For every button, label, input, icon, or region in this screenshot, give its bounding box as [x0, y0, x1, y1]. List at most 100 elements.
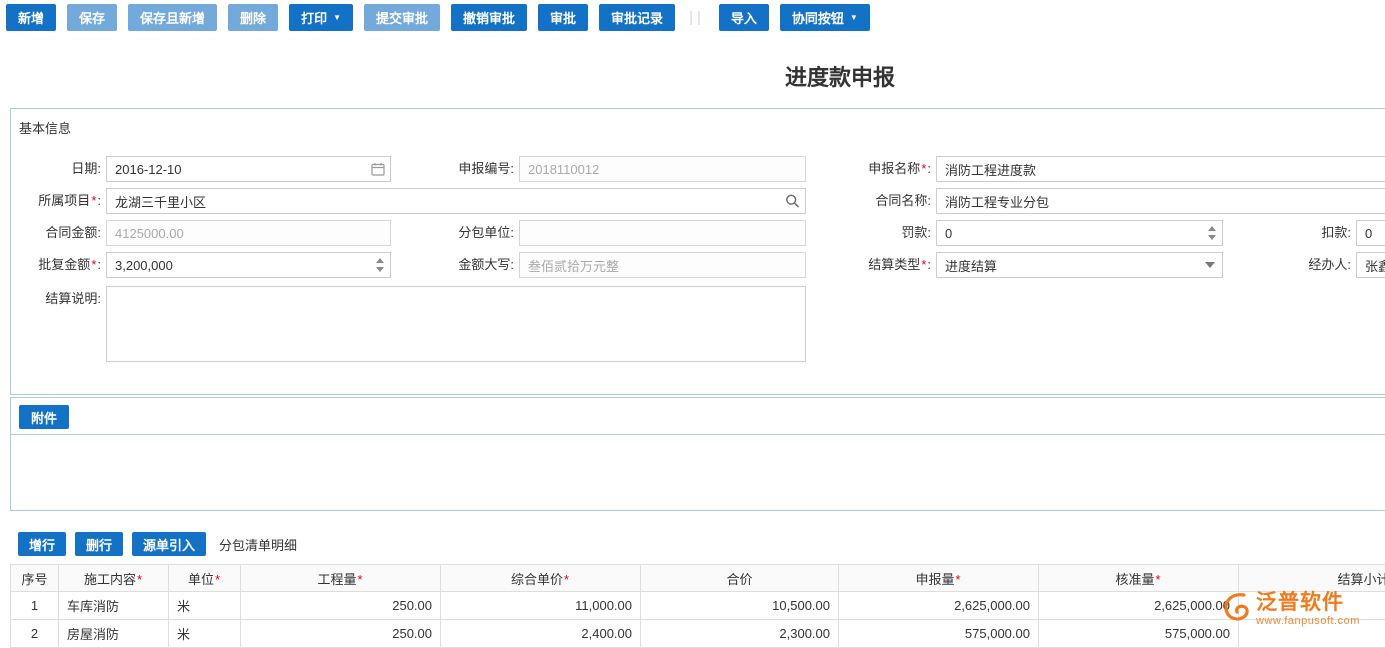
form-row-5: 结算说明: — [11, 286, 806, 362]
dropdown-arrow-icon[interactable] — [1205, 262, 1215, 268]
table-row[interactable]: 2 房屋消防 米 250.00 2,400.00 2,300.00 575,00… — [10, 619, 1385, 648]
contract-amount-label: 合同金额: — [45, 225, 101, 240]
required-mark: * — [955, 571, 961, 587]
cell-quantity[interactable]: 250.00 — [240, 591, 441, 620]
cell-unit-price[interactable]: 2,400.00 — [440, 619, 641, 648]
collaboration-button[interactable]: 协同按钮 ▼ — [779, 4, 870, 31]
detail-toolbar: 增行 删行 源单引入 分包清单明细 — [10, 528, 1385, 556]
spinner-up-icon[interactable] — [376, 258, 384, 263]
import-button[interactable]: 导入 — [718, 4, 769, 31]
number-spinner[interactable] — [1208, 226, 1216, 240]
required-mark: * — [921, 257, 927, 272]
amount-in-words-input — [519, 252, 806, 278]
save-and-new-button[interactable]: 保存且新增 — [128, 4, 218, 31]
declaration-no-input — [519, 156, 806, 182]
subcontract-detail-table: 序号 施工内容* 单位* 工程量* 综合单价* 合价 申报量* 核准量* 结算小… — [10, 564, 1385, 648]
declaration-no-label: 申报编号: — [458, 161, 514, 176]
cell-seq[interactable]: 2 — [10, 619, 59, 648]
delete-row-button[interactable]: 删行 — [75, 532, 124, 556]
attachment-area — [11, 435, 1385, 510]
watermark-name: 泛普软件 — [1256, 591, 1344, 614]
cell-seq[interactable]: 1 — [10, 591, 59, 620]
watermark-url: www.fanpusoft.com — [1256, 615, 1360, 628]
number-spinner[interactable] — [376, 258, 384, 272]
date-label: 日期: — [71, 161, 101, 176]
chevron-down-icon: ▼ — [849, 12, 858, 22]
contract-amount-input — [106, 220, 391, 246]
delete-button[interactable]: 删除 — [228, 4, 279, 31]
col-header-approved-qty: 核准量* — [1038, 564, 1239, 592]
approval-records-button[interactable]: 审批记录 — [599, 4, 676, 31]
save-button[interactable]: 保存 — [67, 4, 118, 31]
collaboration-button-label: 协同按钮 — [791, 11, 844, 26]
penalty-label: 罚款: — [901, 225, 931, 240]
cell-approved-qty[interactable]: 575,000.00 — [1038, 619, 1239, 648]
add-row-button[interactable]: 增行 — [18, 532, 67, 556]
cell-declared-qty[interactable]: 575,000.00 — [838, 619, 1039, 648]
spinner-down-icon[interactable] — [1208, 235, 1216, 240]
cell-approved-qty[interactable]: 2,625,000.00 — [1038, 591, 1239, 620]
required-mark: * — [921, 161, 927, 176]
required-mark: * — [563, 571, 570, 587]
basic-info-panel: 基本信息 日期: 申报编号: 申报名称*: 所属项目*: — [10, 108, 1385, 395]
required-mark: * — [357, 571, 363, 587]
project-input[interactable] — [106, 188, 806, 214]
page-title: 进度款申报 — [784, 65, 895, 90]
search-icon[interactable] — [785, 194, 800, 209]
cell-unit[interactable]: 米 — [168, 591, 241, 620]
col-header-unit-price: 综合单价* — [440, 564, 641, 592]
col-header-declared-qty: 申报量* — [838, 564, 1039, 592]
penalty-input[interactable] — [936, 220, 1223, 246]
required-mark: * — [1155, 571, 1161, 587]
date-input[interactable] — [106, 156, 391, 182]
cell-total-price[interactable]: 10,500.00 — [640, 591, 839, 620]
spinner-up-icon[interactable] — [1208, 226, 1216, 231]
cell-declared-qty[interactable]: 2,625,000.00 — [838, 591, 1039, 620]
spinner-down-icon[interactable] — [376, 267, 384, 272]
settlement-type-label: 结算类型*: — [868, 257, 931, 272]
required-mark: * — [91, 257, 97, 272]
chevron-down-icon: ▼ — [333, 12, 341, 22]
form-row-4: 批复金额*: 金额大写: 结算类型*: 经办人: — [11, 252, 1385, 278]
col-header-total-price: 合价 — [640, 564, 839, 592]
detail-caption: 分包清单明细 — [219, 537, 298, 553]
settlement-type-select[interactable] — [936, 252, 1223, 278]
cell-unit-price[interactable]: 11,000.00 — [440, 591, 641, 620]
col-header-seq: 序号 — [10, 564, 59, 592]
form-row-2: 所属项目*: 合同名称: — [11, 188, 1385, 214]
calendar-icon[interactable] — [371, 162, 385, 176]
required-mark: * — [214, 571, 221, 587]
submit-approval-button[interactable]: 提交审批 — [364, 4, 441, 31]
required-mark: * — [136, 571, 143, 587]
declaration-name-input[interactable] — [936, 156, 1385, 182]
cell-construction-content[interactable]: 房屋消防 — [58, 619, 169, 648]
table-row[interactable]: 1 车库消防 米 250.00 11,000.00 10,500.00 2,62… — [10, 591, 1385, 620]
subcontractor-input — [519, 220, 806, 246]
settlement-desc-textarea[interactable] — [106, 286, 806, 362]
approved-amount-input[interactable] — [106, 252, 391, 278]
handler-input[interactable] — [1356, 252, 1385, 278]
toolbar: 新增 保存 保存且新增 删除 打印 ▼ 提交审批 撤销审批 审批 审批记录 ||… — [6, 4, 870, 31]
deduction-input[interactable] — [1356, 220, 1385, 246]
col-header-construction-content: 施工内容* — [58, 564, 169, 592]
cell-unit[interactable]: 米 — [168, 619, 241, 648]
table-header-row: 序号 施工内容* 单位* 工程量* 综合单价* 合价 申报量* 核准量* 结算小… — [10, 564, 1385, 592]
attachment-button[interactable]: 附件 — [19, 405, 70, 429]
cell-construction-content[interactable]: 车库消防 — [58, 591, 169, 620]
col-header-settlement-subtotal: 结算小计 — [1238, 564, 1385, 592]
form-row-3: 合同金额: 分包单位: 罚款: 扣款: — [11, 220, 1385, 246]
cell-quantity[interactable]: 250.00 — [240, 619, 441, 648]
deduction-label: 扣款: — [1321, 225, 1351, 240]
toolbar-separator: || — [689, 9, 705, 26]
new-button[interactable]: 新增 — [6, 4, 57, 31]
print-button[interactable]: 打印 ▼ — [289, 4, 353, 31]
revoke-approval-button[interactable]: 撤销审批 — [451, 4, 528, 31]
subcontractor-label: 分包单位: — [458, 225, 514, 240]
source-import-button[interactable]: 源单引入 — [132, 532, 207, 556]
contract-name-label: 合同名称: — [875, 193, 931, 208]
col-header-quantity: 工程量* — [240, 564, 441, 592]
contract-name-input[interactable] — [936, 188, 1385, 214]
col-header-unit: 单位* — [168, 564, 241, 592]
cell-total-price[interactable]: 2,300.00 — [640, 619, 839, 648]
approve-button[interactable]: 审批 — [538, 4, 589, 31]
